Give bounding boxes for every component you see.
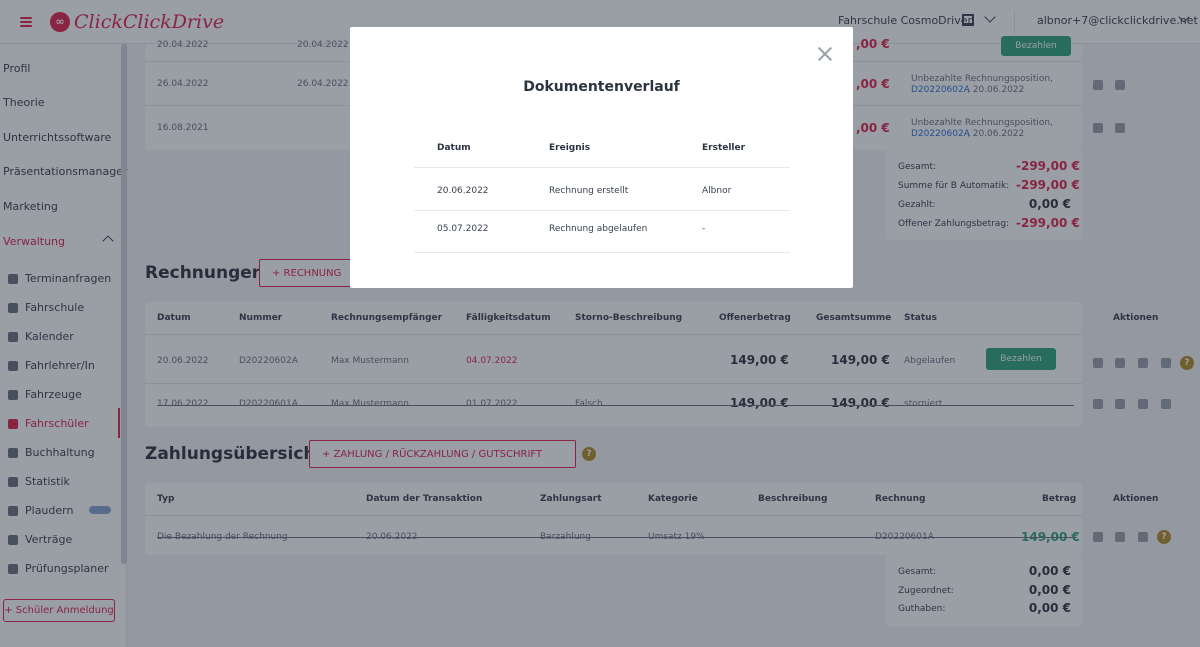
row-divider: [414, 210, 790, 211]
history-event: Rechnung erstellt: [549, 186, 629, 196]
column-header: Datum: [437, 143, 471, 153]
history-creator: Albnor: [702, 186, 732, 196]
document-history-modal: Dokumentenverlauf Datum Ereignis Erstell…: [350, 27, 853, 288]
close-icon[interactable]: [817, 46, 833, 62]
history-event: Rechnung abgelaufen: [549, 224, 648, 234]
column-header: Ersteller: [702, 143, 746, 153]
row-divider: [414, 252, 790, 253]
history-date: 05.07.2022: [437, 224, 489, 234]
history-creator: -: [702, 224, 706, 234]
column-header: Ereignis: [549, 143, 591, 153]
row-divider: [414, 167, 790, 168]
modal-title: Dokumentenverlauf: [523, 79, 680, 95]
history-date: 20.06.2022: [437, 186, 489, 196]
